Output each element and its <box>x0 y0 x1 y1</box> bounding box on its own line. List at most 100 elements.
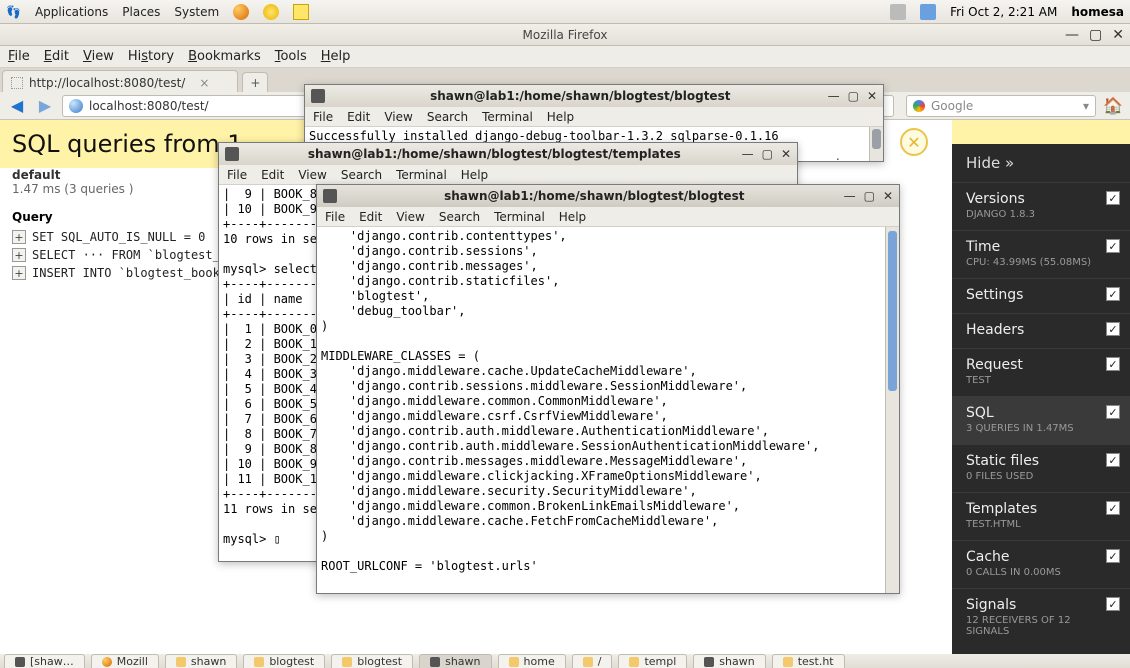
close-button[interactable]: ✕ <box>781 147 791 161</box>
new-tab-button[interactable]: + <box>242 72 268 92</box>
menu-help[interactable]: Help <box>461 168 488 182</box>
ddt-panel-time[interactable]: TimeCPU: 43.99ms (55.08ms)✓ <box>952 230 1130 278</box>
firefox-launcher-icon[interactable] <box>233 4 249 20</box>
menu-file[interactable]: File <box>325 210 345 224</box>
taskbar-item[interactable]: blogtest <box>243 654 325 668</box>
ddt-panel-static-files[interactable]: Static files0 files used✓ <box>952 444 1130 492</box>
menu-search[interactable]: Search <box>427 110 468 124</box>
menu-file[interactable]: File <box>227 168 247 182</box>
taskbar-item[interactable]: home <box>498 654 566 668</box>
site-identity-icon[interactable] <box>69 99 83 113</box>
taskbar-item[interactable]: / <box>572 654 613 668</box>
terminal-window-3[interactable]: shawn@lab1:/home/shawn/blogtest/blogtest… <box>316 184 900 594</box>
maximize-button[interactable]: ▢ <box>864 189 875 203</box>
menu-file[interactable]: File <box>8 49 30 64</box>
ddt-panel-sql[interactable]: SQL3 queries in 1.47ms✓ <box>952 396 1130 444</box>
ddt-panel-checkbox[interactable]: ✓ <box>1106 357 1120 371</box>
terminal-titlebar[interactable]: shawn@lab1:/home/shawn/blogtest/blogtest… <box>317 185 899 207</box>
ddt-panel-settings[interactable]: Settings✓ <box>952 278 1130 313</box>
menu-tools[interactable]: Tools <box>275 49 307 64</box>
maximize-button[interactable]: ▢ <box>762 147 773 161</box>
browser-tab[interactable]: http://localhost:8080/test/ × <box>2 70 238 92</box>
menu-edit[interactable]: Edit <box>359 210 382 224</box>
menu-view[interactable]: View <box>83 49 114 64</box>
menu-edit[interactable]: Edit <box>261 168 284 182</box>
menu-view[interactable]: View <box>396 210 424 224</box>
home-button[interactable]: 🏠 <box>1102 95 1124 117</box>
menu-help[interactable]: Help <box>559 210 586 224</box>
volume-icon[interactable] <box>890 4 906 20</box>
ddt-panel-checkbox[interactable]: ✓ <box>1106 453 1120 467</box>
taskbar-item[interactable]: shawn <box>693 654 765 668</box>
close-button[interactable]: ✕ <box>1112 27 1124 43</box>
maximize-button[interactable]: ▢ <box>848 89 859 103</box>
minimize-button[interactable]: — <box>742 147 754 161</box>
ddt-panel-subtitle: test.html <box>966 519 1116 530</box>
terminal-body[interactable]: 'django.contrib.contenttypes', 'django.c… <box>317 227 899 593</box>
taskbar-item[interactable]: shawn <box>419 654 491 668</box>
menu-terminal[interactable]: Terminal <box>494 210 545 224</box>
ddt-hide-button[interactable]: Hide » <box>952 144 1130 182</box>
expand-icon[interactable]: + <box>12 266 26 280</box>
ddt-panel-checkbox[interactable]: ✓ <box>1106 597 1120 611</box>
ddt-panel-checkbox[interactable]: ✓ <box>1106 191 1120 205</box>
menu-view[interactable]: View <box>384 110 412 124</box>
back-button[interactable]: ◀ <box>6 95 28 117</box>
search-box[interactable]: Google ▾ <box>906 95 1096 117</box>
maximize-button[interactable]: ▢ <box>1089 27 1102 43</box>
applications-menu[interactable]: Applications <box>35 5 108 19</box>
minimize-button[interactable]: — <box>1065 27 1079 43</box>
close-button[interactable]: ✕ <box>883 189 893 203</box>
taskbar-item[interactable]: [shaw… <box>4 654 85 668</box>
ddt-panel-checkbox[interactable]: ✓ <box>1106 287 1120 301</box>
ddt-panel-cache[interactable]: Cache0 calls in 0.00ms✓ <box>952 540 1130 588</box>
ddt-panel-checkbox[interactable]: ✓ <box>1106 239 1120 253</box>
notes-icon[interactable] <box>293 4 309 20</box>
scrollbar[interactable] <box>869 127 883 161</box>
terminal-titlebar[interactable]: shawn@lab1:/home/shawn/blogtest/blogtest… <box>305 85 883 107</box>
expand-icon[interactable]: + <box>12 248 26 262</box>
ddt-panel-versions[interactable]: VersionsDjango 1.8.3✓ <box>952 182 1130 230</box>
menu-edit[interactable]: Edit <box>347 110 370 124</box>
taskbar-item[interactable]: Mozill <box>91 654 159 668</box>
menu-terminal[interactable]: Terminal <box>396 168 447 182</box>
network-icon[interactable] <box>920 4 936 20</box>
menu-view[interactable]: View <box>298 168 326 182</box>
ddt-panel-templates[interactable]: Templatestest.html✓ <box>952 492 1130 540</box>
tab-close-icon[interactable]: × <box>199 76 209 90</box>
ddt-panel-checkbox[interactable]: ✓ <box>1106 501 1120 515</box>
taskbar-item[interactable]: templ <box>618 654 687 668</box>
expand-icon[interactable]: + <box>12 230 26 244</box>
ddt-panel-signals[interactable]: Signals12 receivers of 12 signals✓ <box>952 588 1130 647</box>
ddt-panel-checkbox[interactable]: ✓ <box>1106 322 1120 336</box>
menu-search[interactable]: Search <box>439 210 480 224</box>
menu-help[interactable]: Help <box>321 49 351 64</box>
sql-panel-close-button[interactable]: ✕ <box>900 128 928 156</box>
menu-search[interactable]: Search <box>341 168 382 182</box>
menu-edit[interactable]: Edit <box>44 49 69 64</box>
menu-help[interactable]: Help <box>547 110 574 124</box>
clock[interactable]: Fri Oct 2, 2:21 AM <box>950 5 1057 19</box>
menu-file[interactable]: File <box>313 110 333 124</box>
scrollbar[interactable] <box>885 227 899 593</box>
system-menu[interactable]: System <box>174 5 219 19</box>
places-menu[interactable]: Places <box>122 5 160 19</box>
taskbar-item[interactable]: test.ht <box>772 654 845 668</box>
ddt-panel-checkbox[interactable]: ✓ <box>1106 549 1120 563</box>
ddt-panel-request[interactable]: RequestTEST✓ <box>952 348 1130 396</box>
menu-terminal[interactable]: Terminal <box>482 110 533 124</box>
minimize-button[interactable]: — <box>828 89 840 103</box>
terminal-titlebar[interactable]: shawn@lab1:/home/shawn/blogtest/blogtest… <box>219 143 797 165</box>
search-dropdown-icon[interactable]: ▾ <box>1083 99 1089 113</box>
menu-bookmarks[interactable]: Bookmarks <box>188 49 261 64</box>
taskbar-item[interactable]: shawn <box>165 654 237 668</box>
forward-button[interactable]: ▶ <box>34 95 56 117</box>
taskbar-item[interactable]: blogtest <box>331 654 413 668</box>
close-button[interactable]: ✕ <box>867 89 877 103</box>
minimize-button[interactable]: — <box>844 189 856 203</box>
weather-icon[interactable] <box>263 4 279 20</box>
menu-history[interactable]: History <box>128 49 174 64</box>
user-menu[interactable]: homesa <box>1071 5 1124 19</box>
ddt-panel-headers[interactable]: Headers✓ <box>952 313 1130 348</box>
ddt-panel-checkbox[interactable]: ✓ <box>1106 405 1120 419</box>
